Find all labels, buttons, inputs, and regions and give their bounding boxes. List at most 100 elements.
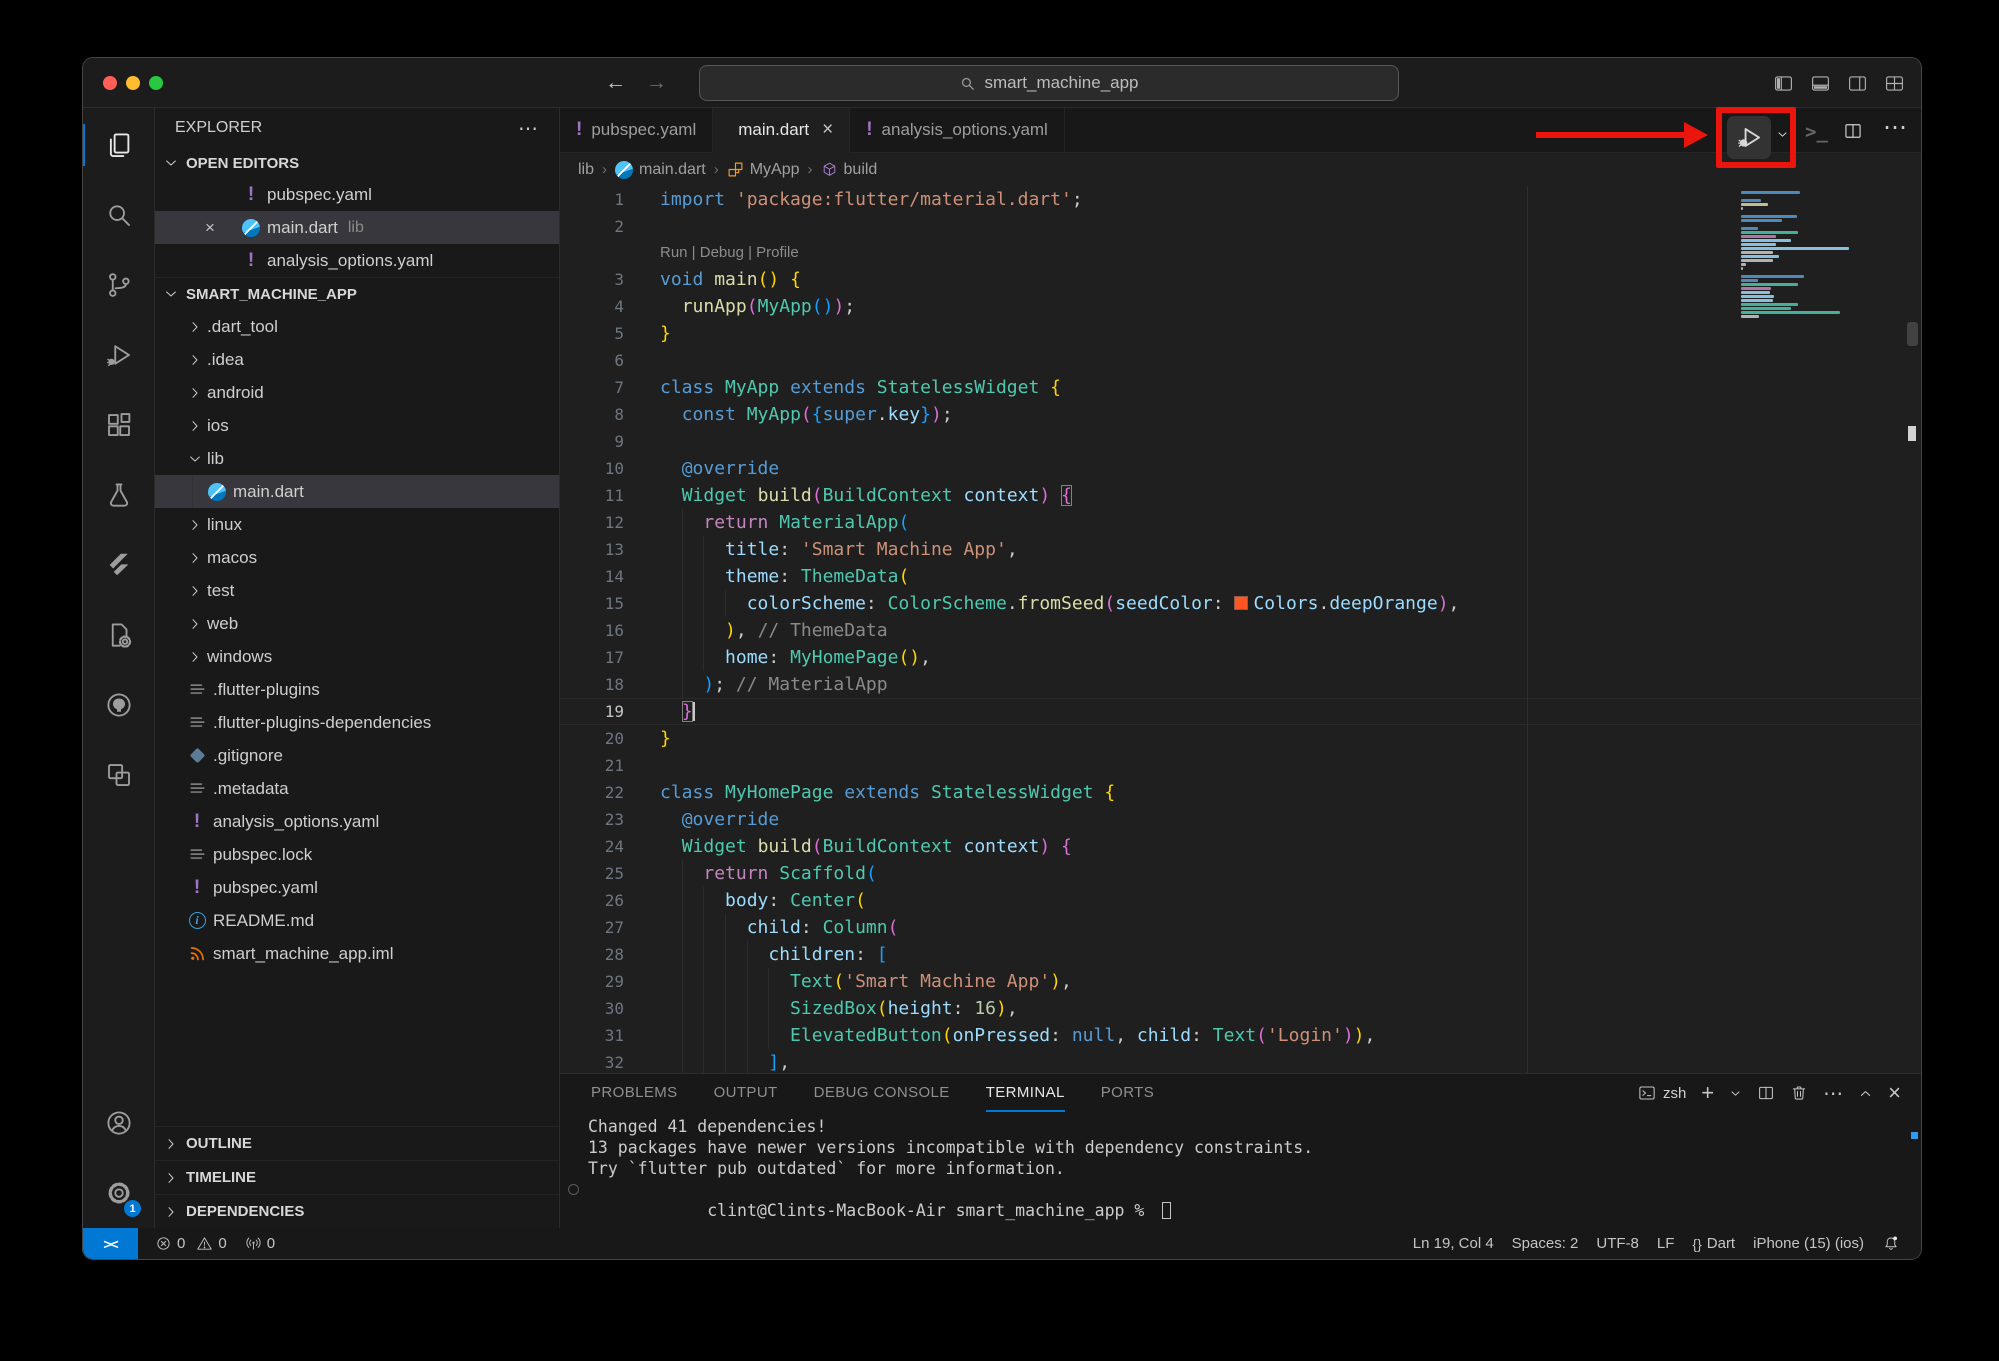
tree-item-README.md[interactable]: iREADME.md	[155, 904, 559, 937]
tree-item-macos[interactable]: macos	[155, 541, 559, 574]
activity-testing[interactable]	[83, 460, 154, 530]
toggle-panel-icon[interactable]	[1810, 73, 1831, 94]
activity-extensions[interactable]	[83, 390, 154, 460]
tree-item-test[interactable]: test	[155, 574, 559, 607]
customize-layout-icon[interactable]	[1884, 73, 1905, 94]
panel-tab-terminal[interactable]: TERMINAL	[986, 1074, 1065, 1112]
open-editor-main.dart[interactable]: ×main.dartlib	[155, 211, 559, 244]
code-line-28: 28 children: [	[560, 941, 1921, 968]
tree-item-ios[interactable]: ios	[155, 409, 559, 442]
toggle-primary-sidebar-icon[interactable]	[1773, 73, 1794, 94]
activity-run-debug[interactable]	[83, 320, 154, 390]
panel-tab-output[interactable]: OUTPUT	[714, 1074, 778, 1112]
maximize-panel-icon[interactable]	[1858, 1086, 1873, 1101]
breadcrumb-item-lib[interactable]: lib	[578, 161, 594, 179]
tree-item-.dart_tool[interactable]: .dart_tool	[155, 310, 559, 343]
activity-search[interactable]	[83, 180, 154, 250]
minimap-line	[1741, 227, 1758, 230]
panel-tab-ports[interactable]: PORTS	[1101, 1074, 1154, 1112]
open-editor-pubspec.yaml[interactable]: !pubspec.yaml	[155, 178, 559, 211]
scrollbar-thumb[interactable]	[1907, 322, 1918, 346]
close-editor-icon[interactable]: ×	[205, 218, 215, 238]
tree-item-web[interactable]: web	[155, 607, 559, 640]
tree-item-android[interactable]: android	[155, 376, 559, 409]
back-arrow-icon[interactable]: ←	[605, 71, 626, 95]
tree-item-.flutter-plugins[interactable]: .flutter-plugins	[155, 673, 559, 706]
kill-terminal-icon[interactable]	[1790, 1084, 1808, 1102]
tree-item-label: main.dart	[233, 482, 304, 502]
forward-arrow-icon[interactable]: →	[646, 71, 667, 95]
tree-item-lib[interactable]: lib	[155, 442, 559, 475]
tree-item-smart_machine_app.iml[interactable]: smart_machine_app.iml	[155, 937, 559, 970]
code-line-11: 11 Widget build(BuildContext context) {	[560, 482, 1921, 509]
launch-profile-icon[interactable]: >_	[1805, 121, 1828, 143]
tree-item-.gitignore[interactable]: .gitignore	[155, 739, 559, 772]
code-line-29: 29 Text('Smart Machine App'),	[560, 968, 1921, 995]
activity-account[interactable]	[83, 1088, 154, 1158]
tree-item-pubspec.lock[interactable]: pubspec.lock	[155, 838, 559, 871]
code-line-32: 32 ],	[560, 1049, 1921, 1073]
terminal-shell-chip[interactable]: zsh	[1638, 1084, 1686, 1102]
breadcrumb-item-main.dart[interactable]: main.dart	[615, 161, 706, 179]
section-outline[interactable]: OUTLINE	[155, 1126, 559, 1160]
close-tab-icon[interactable]: ×	[822, 119, 833, 141]
panel-tab-problems[interactable]: PROBLEMS	[591, 1074, 678, 1112]
tab-main.dart[interactable]: main.dart×	[713, 108, 850, 153]
tree-item-.idea[interactable]: .idea	[155, 343, 559, 376]
activity-source-control[interactable]	[83, 250, 154, 320]
section-dependencies[interactable]: DEPENDENCIES	[155, 1194, 559, 1228]
tab-pubspec.yaml[interactable]: !pubspec.yaml	[560, 108, 713, 152]
codelens-run-debug-profile[interactable]: Run | Debug | Profile	[660, 240, 1921, 266]
breadcrumb-item-build[interactable]: build	[821, 161, 878, 179]
minimap[interactable]	[1741, 191, 1859, 319]
open-editor-analysis_options.yaml[interactable]: !analysis_options.yaml	[155, 244, 559, 277]
breadcrumb-item-MyApp[interactable]: MyApp	[727, 161, 800, 179]
activity-settings[interactable]: 1	[83, 1158, 154, 1228]
window-controls	[103, 76, 163, 90]
tree-item-label: .flutter-plugins-dependencies	[213, 713, 431, 733]
tree-item-main.dart[interactable]: main.dart	[155, 475, 559, 508]
problems-status[interactable]: 0 0	[146, 1228, 236, 1259]
close-panel-icon[interactable]: ×	[1888, 1080, 1901, 1106]
split-editor-icon[interactable]	[1843, 121, 1863, 146]
search-text: smart_machine_app	[984, 73, 1138, 93]
close-window-button[interactable]	[103, 76, 117, 90]
code-editor[interactable]: 1import 'package:flutter/material.dart';…	[560, 186, 1921, 1073]
line-number: 15	[560, 590, 624, 617]
command-center-search[interactable]: smart_machine_app	[699, 65, 1399, 101]
activity-flutter[interactable]	[83, 530, 154, 600]
activity-explorer[interactable]	[83, 110, 154, 180]
code-line-24: 24 Widget build(BuildContext context) {	[560, 833, 1921, 860]
panel-more-actions-icon[interactable]: ⋯	[1823, 1081, 1843, 1106]
toggle-secondary-sidebar-icon[interactable]	[1847, 73, 1868, 94]
open-editors-header[interactable]: OPEN EDITORS	[155, 148, 559, 178]
ports-status[interactable]: 0	[236, 1228, 284, 1259]
minimize-window-button[interactable]	[126, 76, 140, 90]
tree-item-windows[interactable]: windows	[155, 640, 559, 673]
project-root-header[interactable]: SMART_MACHINE_APP	[155, 277, 559, 310]
tree-item-analysis_options.yaml[interactable]: !analysis_options.yaml	[155, 805, 559, 838]
activity-github[interactable]	[83, 670, 154, 740]
section-timeline[interactable]: TIMELINE	[155, 1160, 559, 1194]
tree-item-.flutter-plugins-dependencies[interactable]: .flutter-plugins-dependencies	[155, 706, 559, 739]
overview-cursor-mark	[1908, 426, 1916, 441]
tree-item-pubspec.yaml[interactable]: !pubspec.yaml	[155, 871, 559, 904]
terminal-dropdown-chevron-icon[interactable]	[1729, 1087, 1742, 1100]
tab-analysis_options.yaml[interactable]: !analysis_options.yaml	[850, 108, 1065, 152]
remote-indicator[interactable]: ><	[83, 1228, 138, 1259]
tree-item-linux[interactable]: linux	[155, 508, 559, 541]
split-terminal-icon[interactable]	[1757, 1084, 1775, 1102]
new-terminal-icon[interactable]: +	[1701, 1080, 1714, 1106]
code-line-31: 31 ElevatedButton(onPressed: null, child…	[560, 1022, 1921, 1049]
activity-remote-explorer[interactable]	[83, 740, 154, 810]
editor-more-actions-icon[interactable]: ⋯	[1883, 113, 1908, 142]
zoom-window-button[interactable]	[149, 76, 163, 90]
activity-project[interactable]	[83, 600, 154, 670]
line-number: 1	[560, 186, 624, 213]
terminal[interactable]: Changed 41 dependencies!13 packages have…	[560, 1112, 1921, 1242]
explorer-more-actions-icon[interactable]: ⋯	[518, 116, 539, 141]
line-number: 30	[560, 995, 624, 1022]
tree-item-.metadata[interactable]: .metadata	[155, 772, 559, 805]
tree-item-label: web	[207, 614, 238, 634]
panel-tab-debug-console[interactable]: DEBUG CONSOLE	[814, 1074, 950, 1112]
